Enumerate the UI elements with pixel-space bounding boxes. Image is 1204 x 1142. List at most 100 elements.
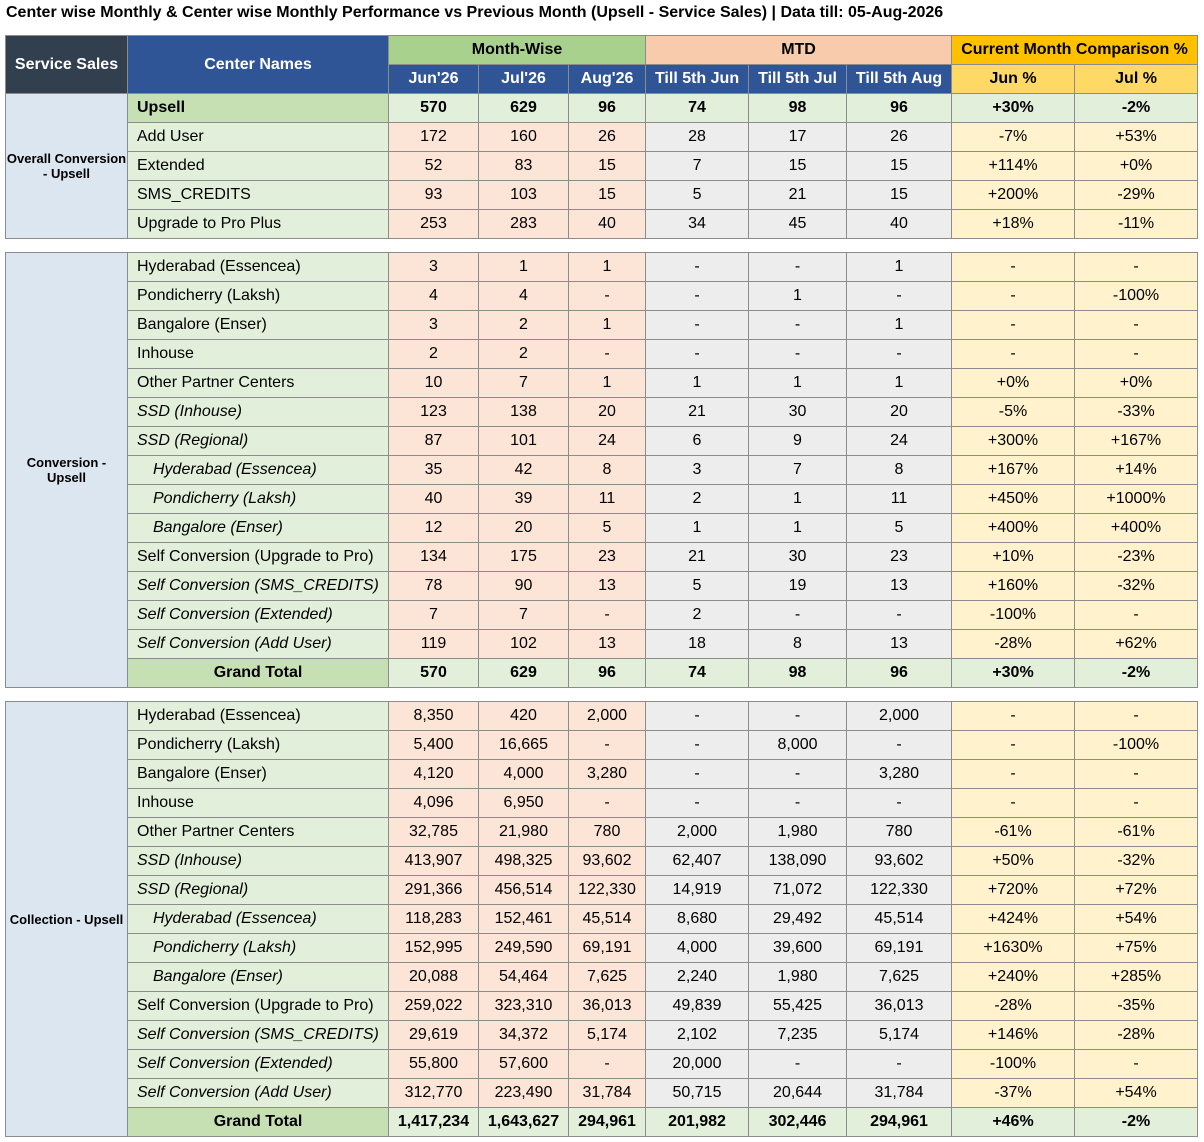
mtd-value-cell: - <box>748 759 847 789</box>
month-value-cell: 291,366 <box>388 875 479 905</box>
comparison-value-cell: +0% <box>1074 368 1198 398</box>
comparison-value-cell: - <box>1074 788 1198 818</box>
table-row: Other Partner Centers 32,785 21,980 780 2,00… <box>6 817 1198 847</box>
comparison-value-cell: +54% <box>1074 904 1198 934</box>
comparison-value-cell: -61% <box>951 817 1075 847</box>
mtd-value-cell: 1,980 <box>748 817 847 847</box>
mtd-value-cell: - <box>846 339 952 369</box>
mtd-value-cell: 1 <box>846 252 952 282</box>
mtd-value-cell: 96 <box>846 93 953 123</box>
mtd-value-cell: 98 <box>748 658 847 688</box>
mtd-value-cell: 30 <box>748 542 847 572</box>
comparison-value-cell: +0% <box>1074 151 1199 181</box>
mtd-value-cell: 5 <box>645 571 749 601</box>
collection-upsell-table: Collection - Upsell Hyderabad (Essencea) 8… <box>5 701 1198 1137</box>
month-value-cell: 31,784 <box>568 1078 646 1108</box>
month-value-cell: 259,022 <box>388 991 479 1021</box>
comparison-value-cell: -35% <box>1074 991 1198 1021</box>
mtd-value-cell: 1 <box>846 310 952 340</box>
mtd-value-cell: 71,072 <box>748 875 847 905</box>
month-value-cell: 413,907 <box>388 846 479 876</box>
table-row: Inhouse 4,096 6,950- - - - - - <box>6 788 1198 818</box>
grand-total-row: Grand Total 1,417,234 1,643,627 294,961 201,… <box>6 1107 1198 1137</box>
month-value-cell: 12 <box>388 513 479 543</box>
mtd-value-cell: - <box>846 788 952 818</box>
mtd-value-cell: - <box>748 339 847 369</box>
center-name-cell: Other Partner Centers <box>127 817 389 847</box>
center-name-cell: Hyderabad (Essencea) <box>127 904 389 934</box>
center-name-cell: Hyderabad (Essencea) <box>127 455 389 485</box>
center-name-cell: Pondicherry (Laksh) <box>127 730 389 760</box>
table-row: Bangalore (Enser) 4,120 4,000 3,280- -3,280-… <box>6 759 1198 789</box>
col-header-month: Jul'26 <box>478 64 569 94</box>
center-name-cell: Pondicherry (Laksh) <box>127 484 389 514</box>
center-name-cell: Self Conversion (Extended) <box>127 600 389 630</box>
month-wise-header: Month-Wise <box>387 35 647 65</box>
mtd-value-cell: 98 <box>748 93 848 123</box>
mtd-value-cell: 1 <box>748 281 847 311</box>
table-row: Other Partner Centers 10 7 1 1 1 1 +0% +0% <box>6 368 1198 398</box>
month-value-cell: 1 <box>568 252 646 282</box>
mtd-value-cell: 201,982 <box>645 1107 749 1137</box>
month-value-cell: 83 <box>478 151 569 181</box>
mtd-value-cell: 2 <box>645 600 749 630</box>
table-row: Self Conversion (SMS_CREDITS) 29,619 34,37… <box>6 1020 1198 1050</box>
col-header-comparison: Jul % <box>1074 64 1199 94</box>
month-value-cell: - <box>568 339 646 369</box>
month-value-cell: 6,950 <box>478 788 569 818</box>
table-row: Bangalore (Enser) 3 2 1- -1- - <box>6 310 1198 340</box>
center-name-cell: Self Conversion (SMS_CREDITS) <box>127 1020 389 1050</box>
month-value-cell: 55,800 <box>388 1049 479 1079</box>
mtd-value-cell: 302,446 <box>748 1107 847 1137</box>
month-value-cell: 312,770 <box>388 1078 479 1108</box>
comparison-value-cell: - <box>951 252 1075 282</box>
center-name-cell: Bangalore (Enser) <box>127 310 389 340</box>
mtd-value-cell: 8,000 <box>748 730 847 760</box>
comparison-value-cell: - <box>951 339 1075 369</box>
table-row: Self Conversion (SMS_CREDITS) 78 90 13 5 19 13… <box>6 571 1198 601</box>
mtd-value-cell: 21 <box>645 397 749 427</box>
month-value-cell: 20 <box>478 513 569 543</box>
month-value-cell: 10 <box>388 368 479 398</box>
mtd-value-cell: 20,644 <box>748 1078 847 1108</box>
comparison-value-cell: -100% <box>951 600 1075 630</box>
comparison-value-cell: -100% <box>1074 730 1198 760</box>
grand-total-row: Grand Total 570 629 96 74 98 96 +30% -2% <box>6 658 1198 688</box>
month-value-cell: 780 <box>568 817 646 847</box>
comparison-value-cell: +285% <box>1074 962 1198 992</box>
center-name-cell: Add User <box>127 122 389 152</box>
mtd-value-cell: - <box>645 339 749 369</box>
month-value-cell: 90 <box>478 571 569 601</box>
center-name-cell: Pondicherry (Laksh) <box>127 933 389 963</box>
center-name-cell: Other Partner Centers <box>127 368 389 398</box>
mtd-value-cell: 1 <box>645 513 749 543</box>
month-value-cell: 29,619 <box>388 1020 479 1050</box>
table-row: Upgrade to Pro Plus 253 283 40 34 45 40 +18% -11… <box>6 209 1199 239</box>
center-name-cell: Bangalore (Enser) <box>127 513 389 543</box>
comparison-value-cell: -28% <box>1074 1020 1198 1050</box>
comparison-value-cell: - <box>951 281 1075 311</box>
center-name-cell: Inhouse <box>127 339 389 369</box>
mtd-value-cell: 19 <box>748 571 847 601</box>
mtd-value-cell: - <box>846 730 952 760</box>
comparison-value-cell: +54% <box>1074 1078 1198 1108</box>
center-name-cell: Hyderabad (Essencea) <box>127 252 389 282</box>
mtd-value-cell: 20 <box>846 397 952 427</box>
month-value-cell: 4,000 <box>478 759 569 789</box>
month-value-cell: - <box>568 281 646 311</box>
mtd-value-cell: 7 <box>748 455 847 485</box>
mtd-value-cell: 7,235 <box>748 1020 847 1050</box>
comparison-value-cell: +240% <box>951 962 1075 992</box>
comparison-value-cell: +72% <box>1074 875 1198 905</box>
comparison-value-cell: -37% <box>951 1078 1075 1108</box>
mtd-value-cell: 55,425 <box>748 991 847 1021</box>
mtd-value-cell: - <box>748 600 847 630</box>
mtd-value-cell: 34 <box>645 209 750 239</box>
comparison-value-cell: +720% <box>951 875 1075 905</box>
month-value-cell: 69,191 <box>568 933 646 963</box>
mtd-value-cell: 14,919 <box>645 875 749 905</box>
table-row: SSD (Regional) 87 101 24 6 9 24 +300% +167% <box>6 426 1198 456</box>
center-name-cell: Grand Total <box>127 658 389 688</box>
comparison-value-cell: -2% <box>1074 658 1198 688</box>
comparison-value-cell: -61% <box>1074 817 1198 847</box>
